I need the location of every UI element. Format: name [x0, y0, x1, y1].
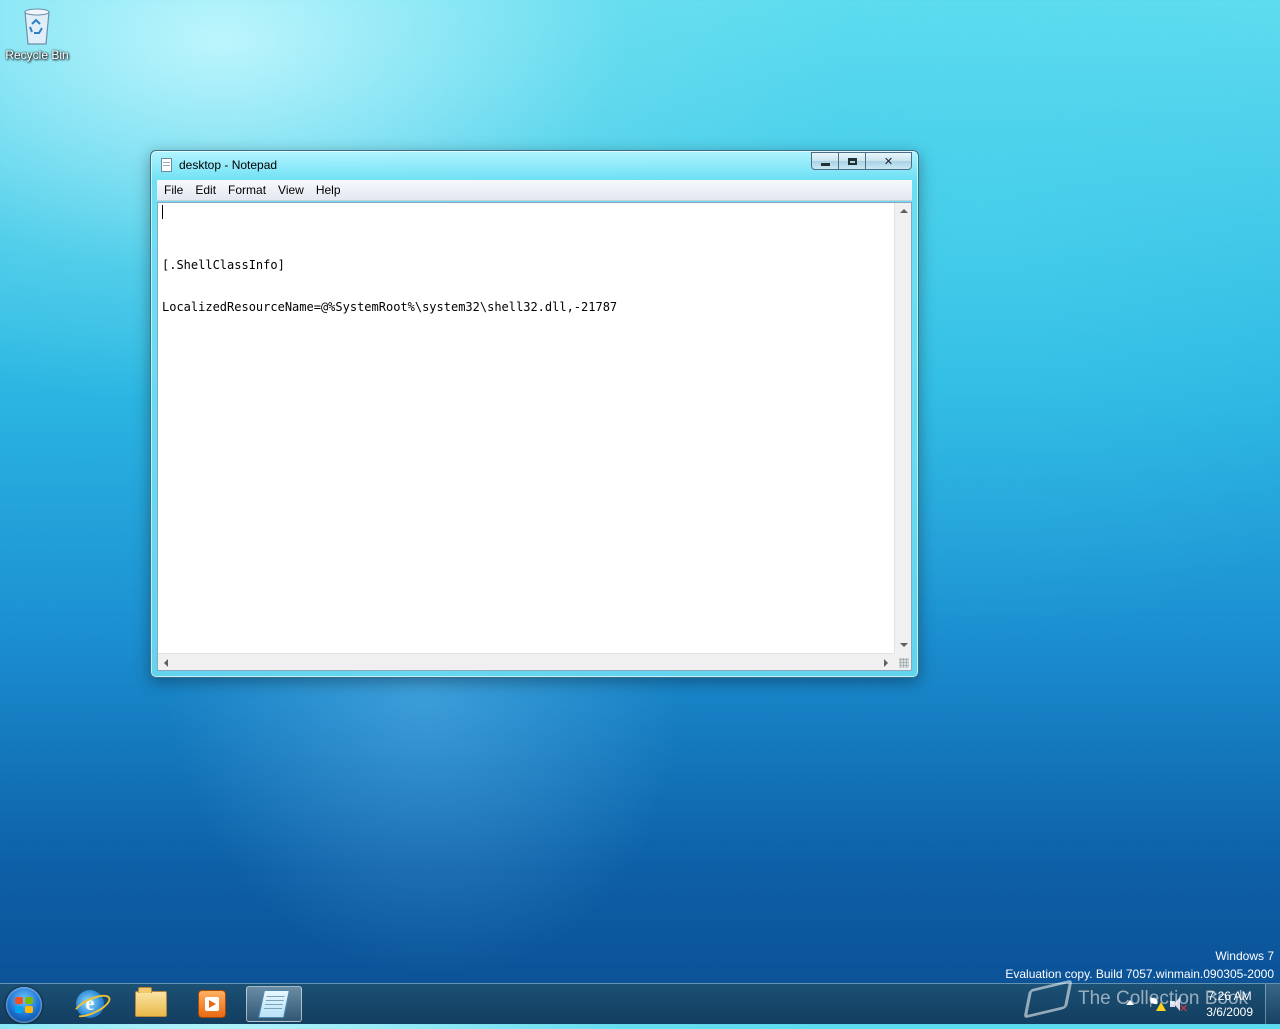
close-button[interactable]: ✕ [865, 152, 912, 170]
evaluation-watermark: Windows 7 Evaluation copy. Build 7057.wi… [1005, 947, 1274, 983]
text-caret [162, 205, 163, 219]
menu-bar: File Edit Format View Help [157, 180, 912, 201]
close-icon: ✕ [883, 154, 894, 168]
text-line: [.ShellClassInfo] [162, 258, 285, 272]
taskbar: e ⚑ ✕ 7:26 AM 3/6/2009 [0, 983, 1280, 1024]
windows-logo-icon [15, 997, 33, 1013]
warning-icon [1156, 1002, 1166, 1011]
watermark-build: Evaluation copy. Build 7057.winmain.0903… [1005, 967, 1274, 981]
window-title: desktop - Notepad [179, 158, 278, 172]
maximize-button[interactable] [838, 152, 865, 170]
taskbar-media-player[interactable] [184, 986, 240, 1022]
media-player-icon [198, 990, 226, 1018]
recycle-bin-icon [22, 6, 52, 46]
menu-format[interactable]: Format [221, 183, 271, 197]
taskbar-internet-explorer[interactable]: e [62, 986, 118, 1022]
notification-area: ⚑ ✕ 7:26 AM 3/6/2009 [1110, 984, 1280, 1024]
caption-buttons: ✕ [811, 152, 912, 171]
menu-edit[interactable]: Edit [188, 183, 221, 197]
notepad-window[interactable]: desktop - Notepad ✕ File Edit Format Vie… [150, 150, 919, 678]
desktop-icon-label: Recycle Bin [5, 48, 69, 62]
folder-icon [135, 987, 167, 1017]
horizontal-scrollbar[interactable] [158, 653, 894, 670]
scroll-down-arrow-icon[interactable] [900, 643, 908, 647]
menu-view[interactable]: View [271, 183, 309, 197]
minimize-button[interactable] [811, 152, 838, 170]
scroll-up-arrow-icon[interactable] [900, 209, 908, 213]
size-grip-icon [899, 658, 909, 668]
watermark-os-name: Windows 7 [1215, 949, 1274, 963]
show-desktop-button[interactable] [1265, 984, 1280, 1024]
scroll-right-arrow-icon[interactable] [884, 659, 888, 667]
clock[interactable]: 7:26 AM 3/6/2009 [1206, 988, 1253, 1020]
show-hidden-icons-icon[interactable] [1126, 1000, 1134, 1005]
taskbar-notepad[interactable] [246, 986, 302, 1022]
notepad-icon[interactable] [161, 158, 172, 172]
menu-file[interactable]: File [157, 183, 188, 197]
vertical-scrollbar[interactable] [894, 203, 911, 653]
editor-client-area: [.ShellClassInfo] LocalizedResourceName=… [157, 202, 912, 671]
text-line: LocalizedResourceName=@%SystemRoot%\syst… [162, 300, 618, 314]
taskbar-windows-explorer[interactable] [123, 986, 179, 1022]
notepad-icon [258, 990, 290, 1018]
internet-explorer-icon: e [70, 990, 114, 1022]
volume-muted-icon[interactable]: ✕ [1170, 996, 1188, 1015]
clock-date: 3/6/2009 [1206, 1005, 1253, 1019]
scroll-left-arrow-icon[interactable] [164, 659, 168, 667]
text-editor[interactable]: [.ShellClassInfo] LocalizedResourceName=… [158, 203, 894, 653]
desktop-icon-recycle-bin[interactable]: Recycle Bin [4, 6, 70, 62]
menu-help[interactable]: Help [309, 183, 346, 197]
title-bar[interactable]: desktop - Notepad ✕ [151, 151, 918, 179]
start-button[interactable] [6, 987, 42, 1023]
minimize-icon [820, 162, 830, 166]
maximize-icon [847, 157, 857, 165]
size-grip[interactable] [894, 653, 911, 670]
clock-time: 7:26 AM [1207, 989, 1252, 1003]
